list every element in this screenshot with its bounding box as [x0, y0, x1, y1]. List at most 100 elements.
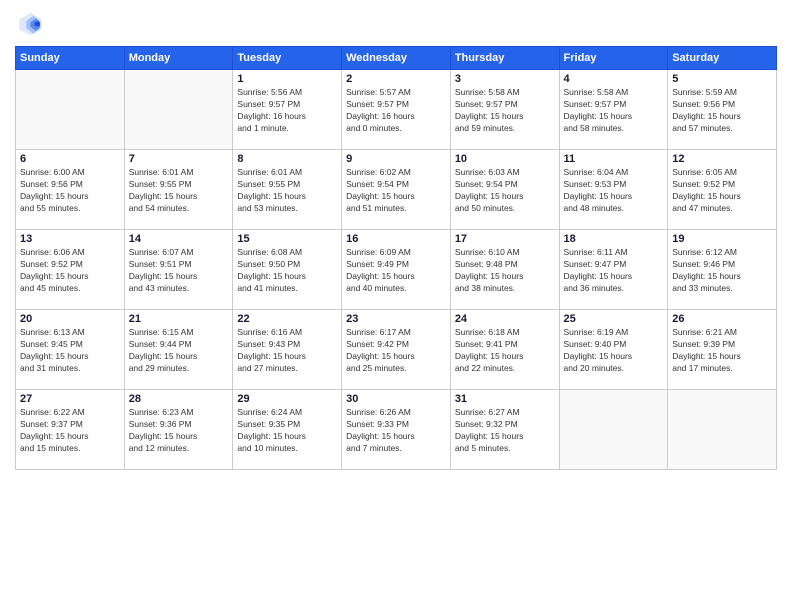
calendar-cell: 17 Sunrise: 6:10 AM Sunset: 9:48 PM Dayli…: [450, 230, 559, 310]
calendar-cell: [559, 390, 668, 470]
calendar-cell: 31 Sunrise: 6:27 AM Sunset: 9:32 PM Dayli…: [450, 390, 559, 470]
logo: [15, 10, 47, 38]
day-info: Sunrise: 5:57 AM Sunset: 9:57 PM Dayligh…: [346, 87, 446, 135]
weekday-header-monday: Monday: [124, 47, 233, 70]
week-row-1: 1Sunrise: 5:56 AM Sunset: 9:57 PM Daylig…: [16, 70, 777, 150]
weekday-header-sunday: Sunday: [16, 47, 125, 70]
day-number: 7: [129, 153, 229, 165]
calendar-cell: 22 Sunrise: 6:16 AM Sunset: 9:43 PM Dayli…: [233, 310, 342, 390]
calendar-cell: 10Sunrise: 6:03 AM Sunset: 9:54 PM Dayli…: [450, 150, 559, 230]
calendar-cell: 4 Sunrise: 5:58 AM Sunset: 9:57 PM Daylig…: [559, 70, 668, 150]
calendar-cell: 5Sunrise: 5:59 AM Sunset: 9:56 PM Daylig…: [668, 70, 777, 150]
calendar-cell: 2 Sunrise: 5:57 AM Sunset: 9:57 PM Daylig…: [342, 70, 451, 150]
calendar-cell: 25 Sunrise: 6:19 AM Sunset: 9:40 PM Dayli…: [559, 310, 668, 390]
page: SundayMondayTuesdayWednesdayThursdayFrid…: [0, 0, 792, 612]
header: [15, 10, 777, 38]
day-info: Sunrise: 5:58 AM Sunset: 9:57 PM Dayligh…: [455, 87, 555, 135]
week-row-2: 6 Sunrise: 6:00 AM Sunset: 9:56 PM Daylig…: [16, 150, 777, 230]
day-info: Sunrise: 6:01 AM Sunset: 9:55 PM Dayligh…: [237, 167, 337, 215]
weekday-header-row: SundayMondayTuesdayWednesdayThursdayFrid…: [16, 47, 777, 70]
day-number: 20: [20, 313, 120, 325]
day-number: 9: [346, 153, 446, 165]
day-number: 23: [346, 313, 446, 325]
calendar-cell: [668, 390, 777, 470]
calendar-cell: 21 Sunrise: 6:15 AM Sunset: 9:44 PM Dayli…: [124, 310, 233, 390]
day-number: 6: [20, 153, 120, 165]
day-info: Sunrise: 6:27 AM Sunset: 9:32 PM Dayligh…: [455, 407, 555, 455]
day-number: 14: [129, 233, 229, 245]
day-info: Sunrise: 6:07 AM Sunset: 9:51 PM Dayligh…: [129, 247, 229, 295]
day-info: Sunrise: 6:15 AM Sunset: 9:44 PM Dayligh…: [129, 327, 229, 375]
day-info: Sunrise: 6:01 AM Sunset: 9:55 PM Dayligh…: [129, 167, 229, 215]
day-number: 13: [20, 233, 120, 245]
calendar-cell: 29Sunrise: 6:24 AM Sunset: 9:35 PM Dayli…: [233, 390, 342, 470]
calendar-cell: 3 Sunrise: 5:58 AM Sunset: 9:57 PM Daylig…: [450, 70, 559, 150]
day-number: 24: [455, 313, 555, 325]
calendar-cell: 1Sunrise: 5:56 AM Sunset: 9:57 PM Daylig…: [233, 70, 342, 150]
weekday-header-saturday: Saturday: [668, 47, 777, 70]
calendar-cell: [16, 70, 125, 150]
day-info: Sunrise: 6:02 AM Sunset: 9:54 PM Dayligh…: [346, 167, 446, 215]
calendar-cell: 16 Sunrise: 6:09 AM Sunset: 9:49 PM Dayli…: [342, 230, 451, 310]
calendar-cell: 12Sunrise: 6:05 AM Sunset: 9:52 PM Dayli…: [668, 150, 777, 230]
day-info: Sunrise: 6:26 AM Sunset: 9:33 PM Dayligh…: [346, 407, 446, 455]
calendar-cell: 7 Sunrise: 6:01 AM Sunset: 9:55 PM Daylig…: [124, 150, 233, 230]
calendar-cell: 6 Sunrise: 6:00 AM Sunset: 9:56 PM Daylig…: [16, 150, 125, 230]
calendar-cell: 26Sunrise: 6:21 AM Sunset: 9:39 PM Dayli…: [668, 310, 777, 390]
day-number: 29: [237, 393, 337, 405]
calendar-cell: 18 Sunrise: 6:11 AM Sunset: 9:47 PM Dayli…: [559, 230, 668, 310]
day-number: 18: [564, 233, 664, 245]
calendar-cell: 28 Sunrise: 6:23 AM Sunset: 9:36 PM Dayli…: [124, 390, 233, 470]
day-number: 27: [20, 393, 120, 405]
logo-icon: [15, 10, 43, 38]
day-number: 15: [237, 233, 337, 245]
day-number: 10: [455, 153, 555, 165]
day-info: Sunrise: 6:19 AM Sunset: 9:40 PM Dayligh…: [564, 327, 664, 375]
day-info: Sunrise: 5:58 AM Sunset: 9:57 PM Dayligh…: [564, 87, 664, 135]
day-number: 17: [455, 233, 555, 245]
day-info: Sunrise: 6:12 AM Sunset: 9:46 PM Dayligh…: [672, 247, 772, 295]
day-number: 2: [346, 73, 446, 85]
day-info: Sunrise: 6:06 AM Sunset: 9:52 PM Dayligh…: [20, 247, 120, 295]
day-info: Sunrise: 5:59 AM Sunset: 9:56 PM Dayligh…: [672, 87, 772, 135]
calendar-cell: 23 Sunrise: 6:17 AM Sunset: 9:42 PM Dayli…: [342, 310, 451, 390]
calendar-cell: 9 Sunrise: 6:02 AM Sunset: 9:54 PM Daylig…: [342, 150, 451, 230]
day-number: 16: [346, 233, 446, 245]
calendar-cell: 13 Sunrise: 6:06 AM Sunset: 9:52 PM Dayli…: [16, 230, 125, 310]
week-row-5: 27 Sunrise: 6:22 AM Sunset: 9:37 PM Dayli…: [16, 390, 777, 470]
day-number: 30: [346, 393, 446, 405]
calendar-cell: 24 Sunrise: 6:18 AM Sunset: 9:41 PM Dayli…: [450, 310, 559, 390]
day-number: 19: [672, 233, 772, 245]
day-info: Sunrise: 6:22 AM Sunset: 9:37 PM Dayligh…: [20, 407, 120, 455]
weekday-header-thursday: Thursday: [450, 47, 559, 70]
weekday-header-tuesday: Tuesday: [233, 47, 342, 70]
calendar-cell: 14 Sunrise: 6:07 AM Sunset: 9:51 PM Dayli…: [124, 230, 233, 310]
calendar-cell: [124, 70, 233, 150]
day-number: 3: [455, 73, 555, 85]
day-info: Sunrise: 6:23 AM Sunset: 9:36 PM Dayligh…: [129, 407, 229, 455]
day-number: 21: [129, 313, 229, 325]
day-info: Sunrise: 6:08 AM Sunset: 9:50 PM Dayligh…: [237, 247, 337, 295]
day-info: Sunrise: 6:00 AM Sunset: 9:56 PM Dayligh…: [20, 167, 120, 215]
day-info: Sunrise: 6:13 AM Sunset: 9:45 PM Dayligh…: [20, 327, 120, 375]
day-number: 4: [564, 73, 664, 85]
day-info: Sunrise: 6:10 AM Sunset: 9:48 PM Dayligh…: [455, 247, 555, 295]
calendar-cell: 11Sunrise: 6:04 AM Sunset: 9:53 PM Dayli…: [559, 150, 668, 230]
day-info: Sunrise: 6:04 AM Sunset: 9:53 PM Dayligh…: [564, 167, 664, 215]
week-row-3: 13 Sunrise: 6:06 AM Sunset: 9:52 PM Dayli…: [16, 230, 777, 310]
day-info: Sunrise: 6:16 AM Sunset: 9:43 PM Dayligh…: [237, 327, 337, 375]
day-number: 22: [237, 313, 337, 325]
day-info: Sunrise: 6:11 AM Sunset: 9:47 PM Dayligh…: [564, 247, 664, 295]
calendar-table: SundayMondayTuesdayWednesdayThursdayFrid…: [15, 46, 777, 470]
weekday-header-wednesday: Wednesday: [342, 47, 451, 70]
day-number: 31: [455, 393, 555, 405]
calendar-cell: 20 Sunrise: 6:13 AM Sunset: 9:45 PM Dayli…: [16, 310, 125, 390]
day-number: 25: [564, 313, 664, 325]
day-info: Sunrise: 6:17 AM Sunset: 9:42 PM Dayligh…: [346, 327, 446, 375]
day-info: Sunrise: 6:05 AM Sunset: 9:52 PM Dayligh…: [672, 167, 772, 215]
calendar-cell: 30 Sunrise: 6:26 AM Sunset: 9:33 PM Dayli…: [342, 390, 451, 470]
day-info: Sunrise: 6:18 AM Sunset: 9:41 PM Dayligh…: [455, 327, 555, 375]
day-info: Sunrise: 6:09 AM Sunset: 9:49 PM Dayligh…: [346, 247, 446, 295]
day-number: 26: [672, 313, 772, 325]
day-number: 28: [129, 393, 229, 405]
